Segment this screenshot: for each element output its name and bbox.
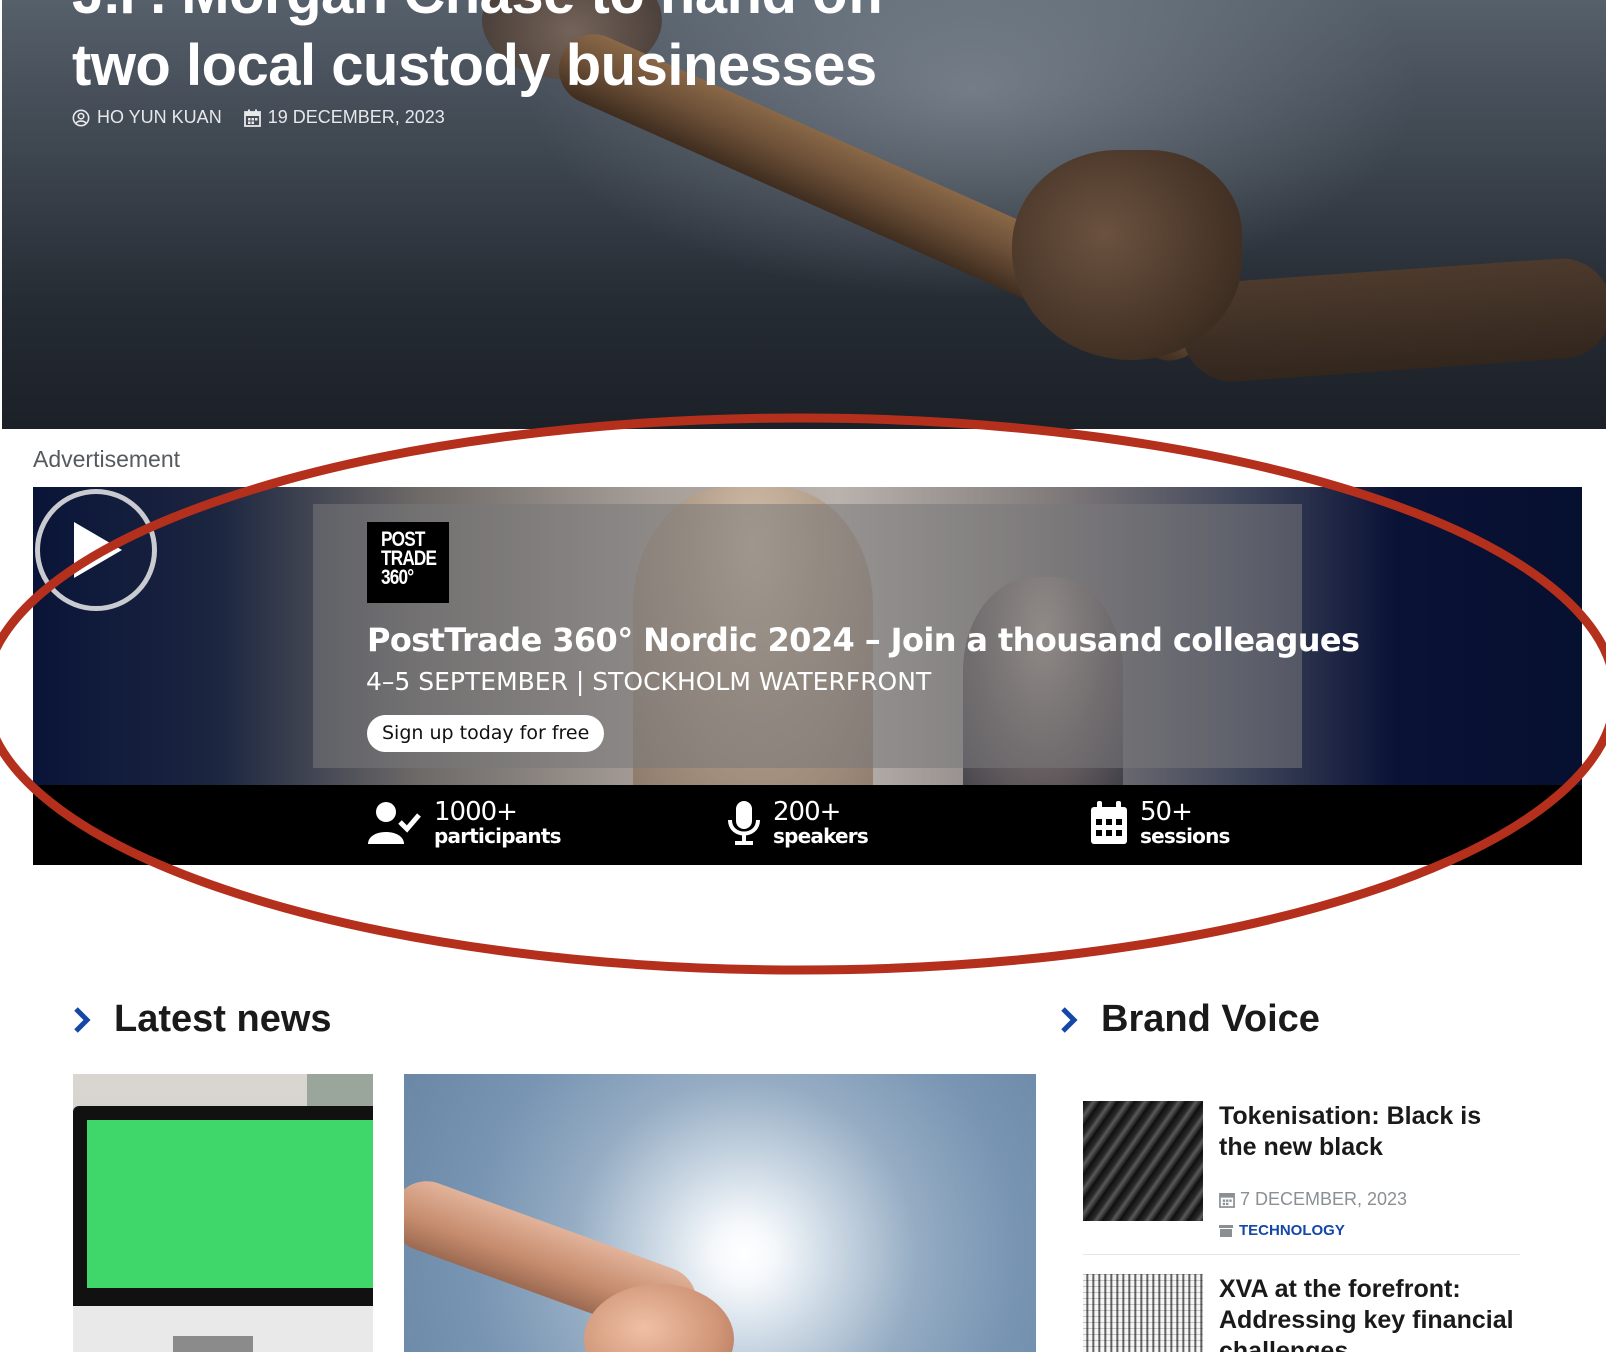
hero-hand-right [1012, 150, 1242, 360]
brand-voice-thumbnail[interactable] [1083, 1274, 1203, 1352]
brand-voice-item-title[interactable]: Tokenisation: Black is the new black [1219, 1101, 1519, 1163]
user-circle-icon [72, 109, 90, 126]
article-title[interactable]: J.P. Morgan Chase to hand off two local … [72, 0, 885, 102]
brand-voice-item[interactable]: XVA at the forefront: Addressing key fin… [1083, 1274, 1520, 1352]
news-thumbnail-monitor[interactable] [73, 1074, 373, 1352]
stat-participants-number: 1000+ [434, 797, 518, 827]
play-icon [74, 522, 122, 578]
advertisement-label: Advertisement [33, 446, 181, 472]
article-meta: HO YUN KUAN 19 DECEMBER, 2023 [72, 107, 445, 128]
stat-sessions-label: sessions [1140, 824, 1230, 848]
stat-sessions-text: 50+ sessions [1140, 799, 1230, 847]
article-title-line-2[interactable]: two local custody businesses [72, 30, 885, 102]
stat-speakers-text: 200+ speakers [773, 797, 869, 848]
monitor-wall [307, 1074, 373, 1106]
brand-voice-item-date-row: 7 DECEMBER, 2023 [1219, 1189, 1407, 1210]
stat-speakers: 200+ speakers [727, 797, 869, 848]
signup-button[interactable]: Sign up today for free [367, 715, 605, 752]
logo-line-3: 360° [381, 566, 414, 589]
chevron-right-icon [1061, 1006, 1078, 1033]
brand-voice-item-category-row[interactable]: TECHNOLOGY [1219, 1222, 1345, 1239]
calendar-grid-icon [1091, 801, 1127, 844]
author-meta[interactable]: HO YUN KUAN [72, 107, 222, 128]
brand-voice-title[interactable]: Brand Voice [1101, 998, 1320, 1041]
ad-subheadline: 4–5 SEPTEMBER | STOCKHOLM WATERFRONT [366, 667, 932, 696]
posttrade-logo: POST TRADE 360° [367, 522, 449, 603]
hero-banner: J.P. Morgan Chase to hand off two local … [2, 0, 1606, 429]
calendar-icon [1219, 1193, 1235, 1208]
brand-voice-item-category[interactable]: TECHNOLOGY [1239, 1222, 1345, 1239]
chevron-right-icon [74, 1006, 91, 1033]
brand-voice-item-date: 7 DECEMBER, 2023 [1240, 1189, 1408, 1209]
stat-participants: 1000+ participants [368, 797, 562, 848]
author-name[interactable]: HO YUN KUAN [97, 107, 222, 128]
brand-voice-divider [1083, 1254, 1520, 1255]
folder-icon [1219, 1225, 1233, 1237]
article-title-line-1[interactable]: J.P. Morgan Chase to hand off [72, 0, 885, 30]
monitor-stand [173, 1336, 253, 1352]
microphone-icon [728, 801, 760, 845]
stat-participants-text: 1000+ participants [434, 797, 562, 848]
calendar-icon [243, 109, 261, 127]
latest-news-title[interactable]: Latest news [114, 998, 332, 1041]
latest-news-header[interactable]: Latest news [72, 998, 332, 1041]
publish-date: 19 DECEMBER, 2023 [267, 107, 445, 127]
date-meta: 19 DECEMBER, 2023 [243, 107, 445, 128]
news-thumbnail-baton[interactable] [404, 1074, 1036, 1352]
advertisement-banner[interactable]: POST TRADE 360° PostTrade 360° Nordic 20… [33, 487, 1582, 865]
brand-voice-item-title[interactable]: XVA at the forefront: Addressing key fin… [1219, 1274, 1519, 1352]
brand-voice-item[interactable]: Tokenisation: Black is the new black 7 D… [1083, 1101, 1520, 1241]
ad-headline: PostTrade 360° Nordic 2024 – Join a thou… [367, 621, 1360, 659]
user-check-icon [368, 802, 421, 844]
stat-sessions-number: 50+ [1140, 797, 1193, 827]
stat-sessions: 50+ sessions [1090, 799, 1230, 847]
stat-speakers-label: speakers [773, 824, 869, 848]
ad-stats-bar: 1000+ participants 200+ speakers 50+ ses… [33, 785, 1582, 865]
monitor-screen [87, 1120, 373, 1288]
stat-speakers-number: 200+ [773, 797, 841, 827]
play-button[interactable] [35, 489, 157, 611]
brand-voice-header[interactable]: Brand Voice [1059, 998, 1320, 1041]
brand-voice-thumbnail[interactable] [1083, 1101, 1203, 1221]
stat-participants-label: participants [434, 824, 562, 848]
